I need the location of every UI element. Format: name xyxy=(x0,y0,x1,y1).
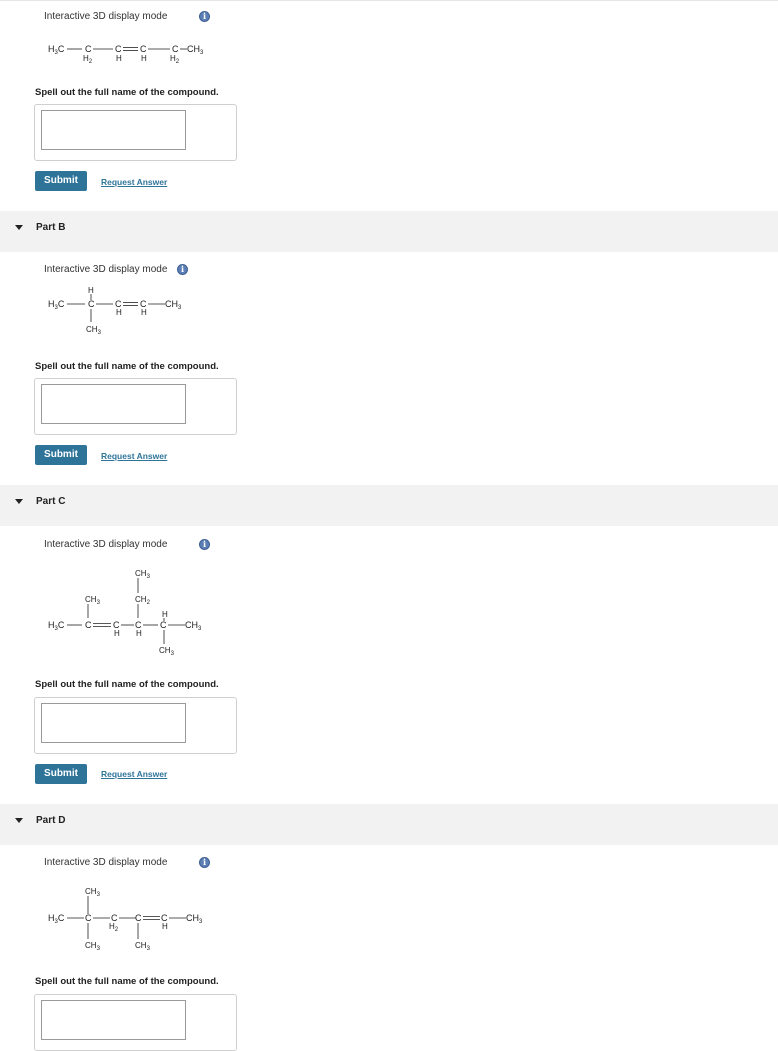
question-prompt: Spell out the full name of the compound. xyxy=(35,361,219,372)
atom-label: C xyxy=(85,44,92,54)
part-label: Part D xyxy=(36,815,66,826)
submit-button[interactable]: Submit xyxy=(35,445,87,465)
question-prompt: Spell out the full name of the compound. xyxy=(35,87,219,98)
request-answer-link[interactable]: Request Answer xyxy=(101,177,167,187)
request-answer-link[interactable]: Request Answer xyxy=(101,769,167,779)
atom-label: H xyxy=(162,610,168,619)
info-icon[interactable]: i xyxy=(199,539,210,550)
atom-label: H3C xyxy=(48,299,65,311)
display-mode-label[interactable]: Interactive 3D display mode xyxy=(44,264,167,275)
atom-label: H3C xyxy=(48,913,65,925)
answer-box xyxy=(34,994,237,1051)
atom-label: H2 xyxy=(109,922,119,933)
structure-a: H3C C H2 C H C H C H2 CH3 xyxy=(48,44,204,65)
submit-button[interactable]: Submit xyxy=(35,171,87,191)
submit-button[interactable]: Submit xyxy=(35,764,87,784)
atom-label: CH3 xyxy=(85,887,101,898)
structure-d: CH3 H3C C CH3 C H2 C CH3 C H CH3 xyxy=(48,887,203,952)
atom-label: H2 xyxy=(170,54,180,65)
atom-label: H xyxy=(136,629,142,638)
atom-label: H xyxy=(88,286,94,295)
atom-label: CH3 xyxy=(186,913,203,925)
collapse-caret-icon[interactable] xyxy=(15,818,23,823)
part-c-header[interactable]: Part C xyxy=(0,485,778,526)
atom-label: C xyxy=(88,299,95,309)
atom-label: CH3 xyxy=(86,325,102,336)
question-prompt: Spell out the full name of the compound. xyxy=(35,976,219,987)
structure-c: CH3 CH2 CH3 H3C C C H C H H C CH3 CH3 xyxy=(48,569,202,657)
atom-label: H xyxy=(141,308,147,317)
request-answer-link[interactable]: Request Answer xyxy=(101,451,167,461)
atom-label: CH3 xyxy=(85,941,101,952)
collapse-caret-icon[interactable] xyxy=(15,225,23,230)
answer-box xyxy=(34,104,237,161)
display-mode-label[interactable]: Interactive 3D display mode xyxy=(44,857,167,868)
answer-input[interactable] xyxy=(41,110,186,150)
info-icon[interactable]: i xyxy=(199,11,210,22)
atom-label: CH3 xyxy=(185,620,202,632)
atom-label: H3C xyxy=(48,44,65,56)
atom-label: CH3 xyxy=(85,595,101,606)
answer-input[interactable] xyxy=(41,1000,186,1040)
atom-label: CH3 xyxy=(187,44,204,56)
answer-box xyxy=(34,697,237,754)
atom-label: H xyxy=(114,629,120,638)
atom-label: H3C xyxy=(48,620,65,632)
info-icon[interactable]: i xyxy=(177,264,188,275)
part-b-header[interactable]: Part B xyxy=(0,211,778,252)
collapse-caret-icon[interactable] xyxy=(15,499,23,504)
atom-label: C xyxy=(85,620,92,630)
atom-label: CH3 xyxy=(135,941,151,952)
atom-label: CH3 xyxy=(159,646,175,657)
answer-box xyxy=(34,378,237,435)
atom-label: C xyxy=(160,620,167,630)
display-mode-label[interactable]: Interactive 3D display mode xyxy=(44,539,167,550)
structure-b: H3C H C CH3 C H C H CH3 xyxy=(48,286,182,336)
atom-label: C xyxy=(172,44,179,54)
atom-label: CH3 xyxy=(135,569,151,580)
atom-label: H xyxy=(116,54,122,63)
info-icon[interactable]: i xyxy=(199,857,210,868)
question-prompt: Spell out the full name of the compound. xyxy=(35,679,219,690)
part-d-header[interactable]: Part D xyxy=(0,804,778,845)
atom-label: H2 xyxy=(83,54,93,65)
atom-label: H xyxy=(162,922,168,931)
atom-label: C xyxy=(85,913,92,923)
atom-label: CH3 xyxy=(165,299,182,311)
part-label: Part B xyxy=(36,222,66,233)
display-mode-label[interactable]: Interactive 3D display mode xyxy=(44,11,167,22)
atom-label: C xyxy=(135,913,142,923)
answer-input[interactable] xyxy=(41,703,186,743)
part-label: Part C xyxy=(36,496,66,507)
answer-input[interactable] xyxy=(41,384,186,424)
atom-label: C xyxy=(140,44,147,54)
atom-label: H xyxy=(141,54,147,63)
atom-label: C xyxy=(115,44,122,54)
atom-label: H xyxy=(116,308,122,317)
top-divider xyxy=(0,0,778,1)
atom-label: CH2 xyxy=(135,595,151,606)
